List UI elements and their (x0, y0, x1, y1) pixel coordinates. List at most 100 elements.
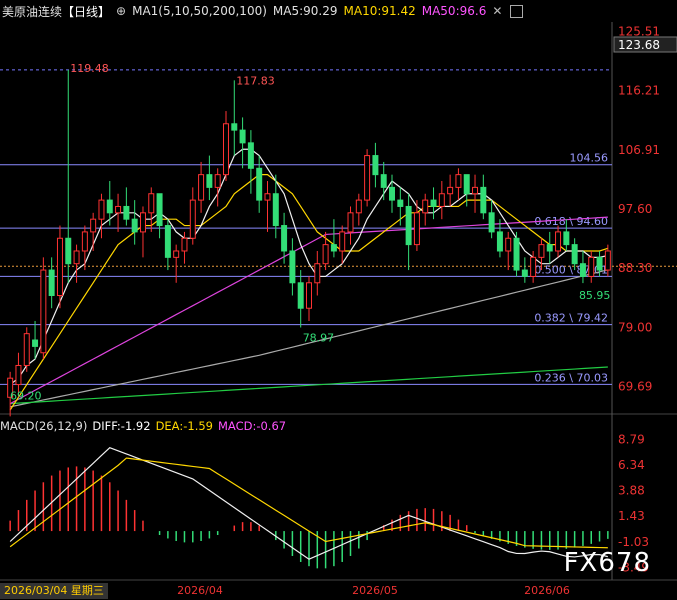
price-axis-label: 106.91 (618, 143, 660, 157)
candle-body[interactable] (272, 193, 279, 227)
candle-body[interactable] (538, 244, 545, 258)
candle-body[interactable] (198, 174, 205, 201)
candle-body[interactable] (164, 225, 171, 258)
price-axis-label: 79.00 (618, 320, 652, 334)
candle-body[interactable] (430, 199, 437, 207)
candle-body[interactable] (513, 237, 520, 271)
candle-body[interactable] (173, 250, 180, 258)
candle-body[interactable] (355, 199, 362, 214)
candle-body[interactable] (521, 269, 528, 277)
candle-body[interactable] (98, 199, 105, 220)
candle-body[interactable] (330, 244, 337, 252)
candle-body[interactable] (480, 186, 487, 214)
candle-body[interactable] (297, 282, 304, 309)
candle-body[interactable] (65, 237, 72, 265)
ma-params[interactable]: MA1(5,10,50,200,100) (132, 4, 267, 18)
candle-body[interactable] (131, 218, 138, 233)
candle-body[interactable] (555, 231, 562, 252)
candle-body[interactable] (222, 123, 229, 176)
macd-label[interactable]: MACD(26,12,9) (0, 419, 87, 433)
ma50-value: MA50:96.6 (421, 4, 487, 18)
candle-body[interactable] (239, 129, 246, 144)
candle-body[interactable] (463, 174, 470, 195)
candle-body[interactable] (15, 364, 22, 386)
candle-body[interactable] (339, 231, 346, 252)
candle-body[interactable] (289, 250, 296, 284)
candle-body[interactable] (571, 244, 578, 265)
x-axis-date-label: 2026/06 (524, 584, 570, 597)
candle-body[interactable] (505, 237, 512, 252)
fib-level-label: 0.236 \ 70.03 (534, 371, 608, 384)
candle-body[interactable] (23, 333, 30, 366)
candle-body[interactable] (422, 199, 429, 214)
candle-body[interactable] (281, 225, 288, 252)
candle-body[interactable] (472, 186, 479, 195)
candle-body[interactable] (264, 193, 271, 201)
candle-body[interactable] (231, 123, 238, 131)
candle-body[interactable] (56, 237, 63, 297)
candle-body[interactable] (90, 218, 97, 233)
recent-low-annotation: 85.95 (579, 289, 611, 302)
candle-body[interactable] (372, 155, 379, 176)
candle-body[interactable] (139, 212, 146, 233)
candle-body[interactable] (397, 199, 404, 207)
candle-body[interactable] (115, 205, 122, 214)
window-icon[interactable] (510, 4, 524, 18)
target-icon[interactable]: ⊕ (116, 4, 126, 18)
candle-body[interactable] (40, 269, 47, 354)
candle-body[interactable] (73, 250, 80, 265)
macd-dea: DEA:-1.59 (155, 419, 213, 433)
candle-body[interactable] (413, 212, 420, 246)
ma10-value: MA10:91.42 (343, 4, 416, 18)
ma100-line (10, 366, 608, 405)
x-axis-date-label: 2026/05 (352, 584, 398, 597)
candle-body[interactable] (106, 199, 113, 214)
period-label[interactable]: 【日线】 (62, 3, 110, 20)
candle-body[interactable] (546, 244, 553, 252)
candle-body[interactable] (306, 282, 312, 309)
candle-body[interactable] (156, 193, 163, 227)
macd-header: MACD(26,12,9) DIFF:-1.92 DEA:-1.59 MACD:… (0, 418, 291, 434)
candle-body[interactable] (189, 199, 196, 239)
candle-body[interactable] (123, 205, 130, 220)
candle-body[interactable] (206, 174, 213, 188)
fib-level-label: 0.618 \ 94.60 (534, 215, 608, 228)
x-axis-date-label: 2026/04 (177, 584, 223, 597)
settings-icon[interactable]: ✕ (492, 4, 502, 18)
candle-body[interactable] (438, 193, 445, 207)
instrument-title[interactable]: 美原油连续 (2, 3, 62, 20)
candle-body[interactable] (148, 193, 155, 214)
candle-body[interactable] (181, 237, 188, 252)
candle-body[interactable] (247, 142, 254, 169)
candle-body[interactable] (256, 167, 263, 201)
candle-body[interactable] (214, 174, 221, 188)
candle-body[interactable] (588, 256, 595, 277)
candle-body[interactable] (347, 212, 354, 233)
macd-panel[interactable]: 8.796.343.881.43-1.03-3.49 (9, 432, 649, 574)
candle-body[interactable] (314, 263, 321, 284)
candle-body[interactable] (496, 231, 503, 252)
candle-body[interactable] (447, 186, 454, 195)
candle-body[interactable] (81, 231, 88, 252)
candle-body[interactable] (563, 231, 570, 246)
candle-body[interactable] (380, 174, 387, 188)
candle-body[interactable] (596, 256, 603, 271)
candle-body[interactable] (405, 205, 412, 246)
crosshair-date-badge: 2026/03/04 星期三 (0, 583, 108, 599)
candle-body[interactable] (389, 186, 396, 201)
ma5-value: MA5:90.29 (272, 4, 338, 18)
candle-body[interactable] (579, 263, 586, 277)
price-axis-label: 125.51 (618, 24, 660, 38)
candle-body[interactable] (322, 244, 329, 265)
candle-body[interactable] (488, 212, 495, 233)
candle-body[interactable] (530, 256, 537, 277)
fib-level-label: 0.382 \ 79.42 (534, 312, 608, 325)
candle-body[interactable] (604, 250, 611, 271)
candle-body[interactable] (48, 269, 55, 297)
candle-body[interactable] (364, 155, 371, 201)
macd-axis-label: 3.88 (618, 484, 645, 498)
macd-axis-label: 6.34 (618, 458, 645, 472)
candle-body[interactable] (32, 339, 39, 347)
candle-body[interactable] (455, 174, 462, 188)
current-price-label: 123.68 (618, 38, 660, 52)
